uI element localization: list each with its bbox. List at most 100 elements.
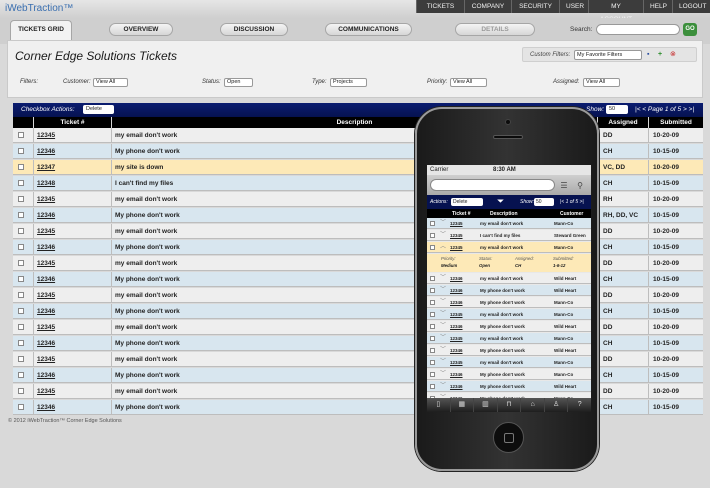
ticket-number-link[interactable]: 12345 — [37, 288, 55, 303]
chevron-down-icon[interactable]: ﹀ — [440, 230, 446, 241]
chevron-down-icon[interactable]: ﹀ — [440, 381, 446, 392]
table-row[interactable]: 12345 my email don't work DD 10-20-09 — [13, 352, 703, 367]
add-icon[interactable]: + — [658, 50, 662, 60]
chevron-down-icon[interactable]: ﹀ — [440, 297, 446, 308]
table-row[interactable]: 12346 My phone don't work RH, DD, VC 10-15-… — [13, 208, 703, 223]
table-row[interactable]: 12346 My phone don't work CH 10-15-09 — [13, 336, 703, 351]
phone-list-item[interactable]: ﹀ 12346 My phone don't work Wild Heart — [427, 381, 591, 392]
phone-list-icon[interactable]: ☰ — [558, 180, 570, 191]
row-checkbox[interactable] — [18, 276, 24, 282]
phone-list-item[interactable]: ﹀ 12346 My phone don't work Mann-Co — [427, 369, 591, 380]
phone-ticket-link[interactable]: 12346 — [450, 273, 463, 284]
table-row[interactable]: 12345 my email don't work RH 10-20-09 — [13, 192, 703, 207]
phone-list-item[interactable]: ﹀ 12346 my email don't work Wild Heart — [427, 273, 591, 284]
nav-company[interactable]: COMPANY — [464, 0, 511, 13]
phone-ticket-link[interactable]: 12345 — [450, 242, 463, 253]
tab-discussion[interactable]: DISCUSSION — [220, 23, 288, 36]
phone-show-select[interactable]: 50 — [534, 198, 554, 206]
phone-list-item[interactable]: ﹀ 12345 my email don't work Mann-Co — [427, 333, 591, 344]
row-checkbox[interactable] — [18, 260, 24, 266]
header-submitted[interactable]: Submitted — [649, 117, 703, 128]
phone-list-item[interactable]: ﹀ 12346 My phone don't work Wild Heart — [427, 321, 591, 332]
table-row[interactable]: 12346 My phone don't work CH 10-15-09 — [13, 240, 703, 255]
phone-pager[interactable]: |< 1 of 5 >| — [560, 199, 584, 205]
ticket-number-link[interactable]: 12345 — [37, 256, 55, 271]
phone-row-checkbox[interactable] — [430, 324, 435, 329]
table-row[interactable]: 12346 My phone don't work CH 10-15-09 — [13, 272, 703, 287]
table-row[interactable]: 12345 my email don't work DD 10-20-09 — [13, 256, 703, 271]
chevron-down-icon[interactable]: ﹀ — [440, 285, 446, 296]
ticket-number-link[interactable]: 12346 — [37, 368, 55, 383]
phone-filter-icon[interactable]: ⏷ — [497, 196, 504, 207]
phone-search-input[interactable] — [430, 179, 555, 191]
ticket-number-link[interactable]: 12346 — [37, 304, 55, 319]
phone-row-checkbox[interactable] — [430, 336, 435, 341]
phone-row-checkbox[interactable] — [430, 384, 435, 389]
phone-ticket-link[interactable]: 12345 — [450, 357, 463, 368]
table-row[interactable]: 12345 my email don't work DD 10-20-09 — [13, 320, 703, 335]
nav-logout[interactable]: LOGOUT — [672, 0, 710, 13]
phone-search-icon[interactable]: ⚲ — [574, 180, 586, 191]
tab-details[interactable]: DETAILS — [455, 23, 535, 36]
ticket-number-link[interactable]: 12346 — [37, 240, 55, 255]
nav-user[interactable]: USER — [559, 0, 588, 13]
header-ticket[interactable]: Ticket # — [34, 117, 111, 128]
status-filter-select[interactable]: Open — [224, 78, 253, 87]
phone-list-item[interactable]: ﹀ 12345 I can't find my files Steward Green — [427, 230, 591, 241]
chevron-down-icon[interactable]: ﹀ — [440, 273, 446, 284]
table-row[interactable]: 12346 My phone don't work CH 10-15-09 — [13, 368, 703, 383]
home-button[interactable] — [493, 422, 524, 453]
chevron-down-icon[interactable]: ﹀ — [440, 357, 446, 368]
row-checkbox[interactable] — [18, 292, 24, 298]
table-row[interactable]: 12345 my email don't work DD 10-20-09 — [13, 128, 703, 143]
phone-row-checkbox[interactable] — [430, 372, 435, 377]
phone-list-item[interactable]: ﹀ 12345 my email don't work Mann-Co — [427, 218, 591, 229]
ticket-number-link[interactable]: 12346 — [37, 400, 55, 415]
phone-list-item[interactable]: ﹀ 12345 my email don't work Mann-Co — [427, 309, 591, 320]
table-row[interactable]: 12346 My phone don't work CH 10-15-09 — [13, 304, 703, 319]
chevron-down-icon[interactable]: ﹀ — [440, 345, 446, 356]
row-checkbox[interactable] — [18, 132, 24, 138]
row-checkbox[interactable] — [18, 244, 24, 250]
ticket-number-link[interactable]: 12346 — [37, 208, 55, 223]
bookmark-icon[interactable]: ▯ — [427, 398, 451, 412]
phone-actions-select[interactable]: Delete — [451, 198, 483, 206]
nav-security[interactable]: SECURITY — [511, 0, 559, 13]
ticket-number-link[interactable]: 12345 — [37, 192, 55, 207]
phone-row-checkbox[interactable] — [430, 312, 435, 317]
table-row[interactable]: 12345 my email don't work DD 10-20-09 — [13, 384, 703, 399]
phone-row-checkbox[interactable] — [430, 221, 435, 226]
customer-filter-select[interactable]: View All — [93, 78, 128, 87]
bag-icon[interactable]: ⌂ — [521, 398, 545, 412]
lock-icon[interactable]: ⊓ — [498, 398, 522, 412]
phone-ticket-link[interactable]: 12345 — [450, 218, 463, 229]
nav-tickets[interactable]: TICKETS — [416, 0, 464, 13]
phone-ticket-link[interactable]: 12345 — [450, 333, 463, 344]
phone-row-checkbox[interactable] — [430, 348, 435, 353]
table-row[interactable]: 12345 my email don't work DD 10-20-09 — [13, 224, 703, 239]
header-assigned[interactable]: Assigned — [598, 117, 648, 128]
row-checkbox[interactable] — [18, 388, 24, 394]
phone-ticket-link[interactable]: 12346 — [450, 345, 463, 356]
chevron-down-icon[interactable]: ﹀ — [440, 218, 446, 229]
help-icon[interactable]: ? — [568, 398, 591, 412]
ticket-number-link[interactable]: 12345 — [37, 224, 55, 239]
grid-icon[interactable]: ▦ — [451, 398, 475, 412]
phone-row-checkbox[interactable] — [430, 300, 435, 305]
building-icon[interactable]: ▥ — [474, 398, 498, 412]
phone-list-item[interactable]: ﹀ 12346 My phone don't work Wild Heart — [427, 285, 591, 296]
search-input[interactable] — [596, 24, 680, 35]
phone-ticket-link[interactable]: 12346 — [450, 369, 463, 380]
phone-ticket-link[interactable]: 12346 — [450, 321, 463, 332]
phone-row-checkbox[interactable] — [430, 233, 435, 238]
phone-ticket-link[interactable]: 12346 — [450, 285, 463, 296]
ticket-number-link[interactable]: 12346 — [37, 336, 55, 351]
phone-row-checkbox[interactable] — [430, 245, 435, 250]
chevron-down-icon[interactable]: ﹀ — [440, 369, 446, 380]
ticket-number-link[interactable]: 12345 — [37, 320, 55, 335]
ticket-number-link[interactable]: 12348 — [37, 176, 55, 191]
tab-tickets-grid[interactable]: TICKETS GRID — [10, 20, 72, 40]
chevron-down-icon[interactable]: ﹀ — [440, 321, 446, 332]
nav-help[interactable]: HELP — [643, 0, 672, 13]
phone-ticket-link[interactable]: 12345 — [450, 309, 463, 320]
